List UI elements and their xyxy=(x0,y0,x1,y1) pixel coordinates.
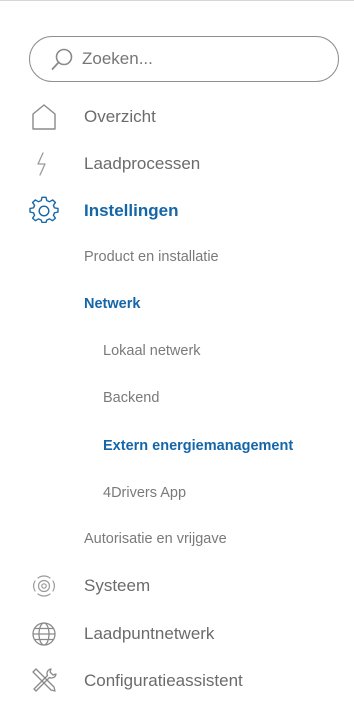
nav-label-laadpuntnetwerk: Laadpuntnetwerk xyxy=(84,624,215,643)
nav-label-systeem: Systeem xyxy=(84,576,151,595)
submenu-item-product-en-installatie[interactable]: Product en installatie xyxy=(84,241,219,273)
nav-label-overzicht: Overzicht xyxy=(84,107,156,126)
nav-item-laadpuntnetwerk[interactable]: Laadpuntnetwerk xyxy=(0,616,354,652)
gear-icon xyxy=(29,196,59,226)
submenu-item-autorisatie-en-vrijgave[interactable]: Autorisatie en vrijgave xyxy=(84,523,227,555)
nav-item-instellingen[interactable]: Instellingen xyxy=(0,193,354,229)
submenu-item-extern-energiemanagement[interactable]: Extern energiemanagement xyxy=(103,430,293,462)
system-icon xyxy=(29,571,59,601)
nav-item-overzicht[interactable]: Overzicht xyxy=(0,99,354,135)
lightning-icon xyxy=(29,149,59,179)
submenu-item-4drivers-app[interactable]: 4Drivers App xyxy=(103,477,186,509)
submenu-item-backend[interactable]: Backend xyxy=(103,382,159,414)
nav-item-systeem[interactable]: Systeem xyxy=(0,568,354,604)
submenu-item-netwerk[interactable]: Netwerk xyxy=(84,288,140,320)
nav-item-configuratieassistent[interactable]: Configuratieassistent xyxy=(0,663,354,699)
nav-item-laadprocessen[interactable]: Laadprocessen xyxy=(0,146,354,182)
nav-label-configuratieassistent: Configuratieassistent xyxy=(84,671,243,690)
search-icon xyxy=(50,47,76,73)
submenu-item-lokaal-netwerk[interactable]: Lokaal netwerk xyxy=(103,335,201,367)
top-divider xyxy=(0,0,354,1)
search-input[interactable] xyxy=(82,37,322,81)
globe-icon xyxy=(29,619,59,649)
nav-label-instellingen: Instellingen xyxy=(84,201,179,220)
search-box[interactable] xyxy=(29,36,339,82)
nav-label-laadprocessen: Laadprocessen xyxy=(84,154,201,173)
tools-icon xyxy=(29,666,59,696)
home-icon xyxy=(29,102,59,132)
